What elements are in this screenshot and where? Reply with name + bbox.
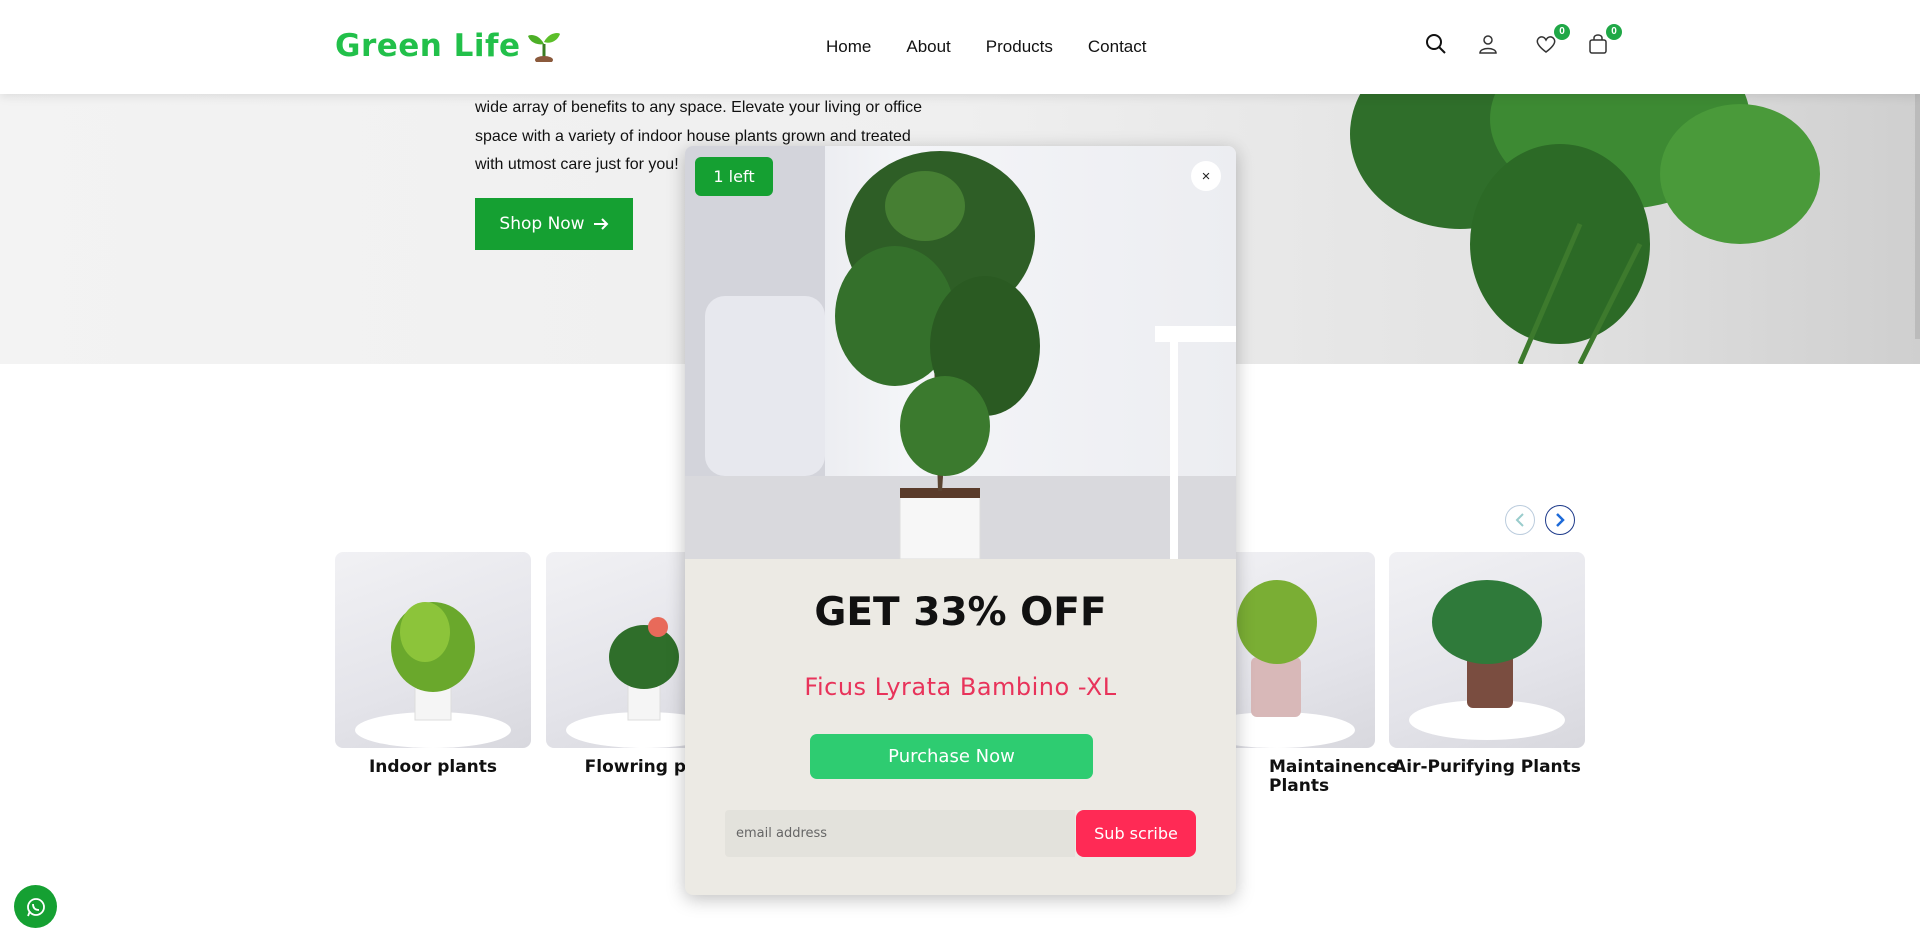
nav-about[interactable]: About (906, 37, 950, 57)
sprout-icon (527, 32, 560, 62)
purchase-now-button[interactable]: Purchase Now (810, 734, 1093, 779)
close-icon: × (1201, 167, 1211, 185)
cart-count-badge: 0 (1606, 24, 1622, 40)
category-card[interactable]: Indoor plants (335, 552, 531, 777)
cart-bag-icon[interactable]: 0 (1586, 24, 1622, 56)
category-image (335, 552, 531, 748)
arrow-right-icon (593, 218, 609, 230)
nav-products[interactable]: Products (986, 37, 1053, 57)
email-field[interactable] (725, 810, 1075, 857)
whatsapp-button[interactable] (14, 885, 57, 928)
hero-line: wide array of benefits to any space. Ele… (475, 99, 923, 116)
category-name: Air-Purifying Plants (1393, 757, 1581, 777)
shop-now-button[interactable]: Shop Now (475, 198, 633, 250)
product-image (685, 146, 1236, 559)
category-card[interactable]: Air-Purifying Plants (1389, 552, 1585, 777)
site-logo[interactable]: Green Life (335, 28, 561, 64)
site-header: Green Life Home About Products Contact 0… (0, 0, 1920, 94)
nav-contact[interactable]: Contact (1088, 37, 1147, 57)
wishlist-heart-icon[interactable]: 0 (1534, 24, 1570, 56)
wishlist-count-badge: 0 (1554, 24, 1570, 40)
category-name: Indoor plants (368, 757, 498, 777)
shop-now-label: Shop Now (499, 214, 585, 234)
logo-text: Green Life (335, 28, 521, 64)
product-name: Ficus Lyrata Bambino -XL (804, 673, 1117, 701)
category-image (1389, 552, 1585, 748)
carousel-next-button[interactable] (1545, 505, 1575, 535)
nav-home[interactable]: Home (826, 37, 871, 57)
close-button[interactable]: × (1191, 161, 1221, 191)
chevron-right-icon (1556, 513, 1565, 527)
main-nav: Home About Products Contact (826, 37, 1146, 57)
stock-badge: 1 left (695, 157, 773, 196)
offer-heading: GET 33% OFF (814, 590, 1107, 635)
header-actions: 0 0 (1424, 24, 1622, 56)
whatsapp-icon (26, 897, 45, 916)
page-scrollbar[interactable] (1915, 94, 1920, 339)
search-icon[interactable] (1424, 32, 1448, 56)
subscribe-button[interactable]: Sub scribe (1076, 810, 1196, 857)
chevron-left-icon (1515, 513, 1524, 527)
promo-popup: 1 left × GET 33% OFF Ficus Lyrata Bambin… (685, 146, 1236, 895)
user-icon[interactable] (1476, 32, 1500, 56)
carousel-prev-button[interactable] (1505, 505, 1535, 535)
carousel-controls (1505, 505, 1575, 535)
